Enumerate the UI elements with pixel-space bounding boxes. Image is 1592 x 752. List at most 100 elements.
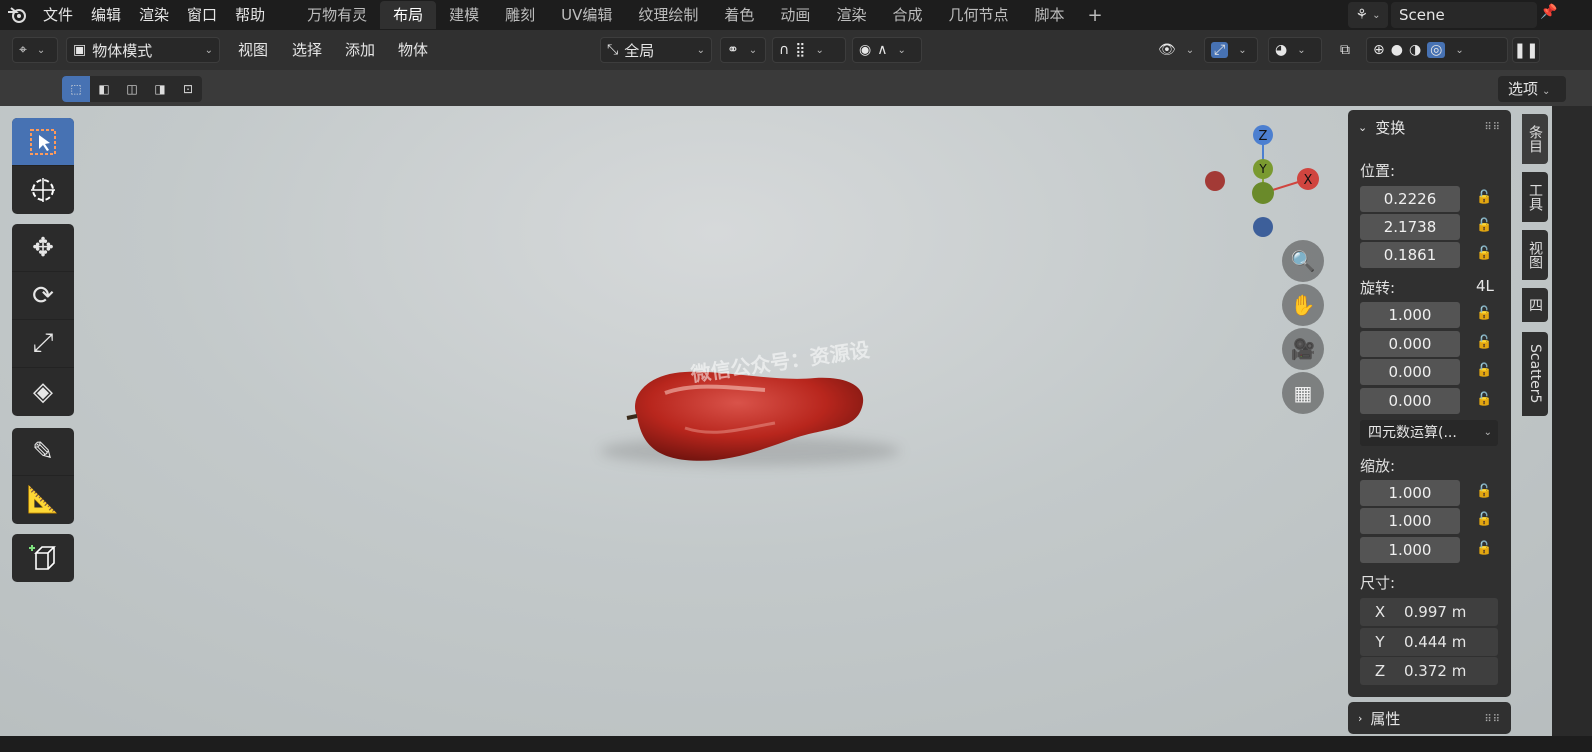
tab-animation[interactable]: 动画 — [767, 1, 823, 29]
properties-panel-header[interactable]: › 属性 ⠿⠿ — [1348, 702, 1511, 734]
rotation-z-field[interactable]: 0.000 — [1360, 388, 1460, 414]
select-subtract-icon[interactable]: ◫ — [118, 76, 146, 102]
tab-tool[interactable]: 工具 — [1522, 172, 1548, 222]
menu-render[interactable]: 渲染 — [130, 0, 178, 30]
rotation-y-field[interactable]: 0.000 — [1360, 359, 1460, 385]
lock-icon[interactable]: 🔓 — [1476, 190, 1492, 205]
transform-tool-icon[interactable]: ◈ — [12, 368, 74, 416]
camera-view-icon[interactable]: 🎥 — [1282, 328, 1324, 370]
orientation-dropdown[interactable]: ⤡ 全局 ⌄ — [600, 37, 712, 63]
select-box-tool-icon[interactable] — [12, 118, 74, 166]
dimension-x-field[interactable]: X 0.997 m — [1360, 598, 1498, 626]
tab-rendering[interactable]: 渲染 — [823, 1, 879, 29]
location-z-field[interactable]: 0.1861 — [1360, 242, 1460, 268]
lock-icon[interactable]: 🔓 — [1476, 335, 1492, 350]
tab-wanwuyouling[interactable]: 万物有灵 — [294, 1, 380, 29]
pepper-object[interactable] — [625, 368, 875, 464]
sidebar-tabs: 条目 工具 视图 四 Scatter5 — [1522, 110, 1548, 730]
add-workspace-button[interactable]: + — [1078, 5, 1113, 26]
scene-icon[interactable]: ⚘ ⌄ — [1348, 2, 1388, 28]
solid-shading-icon[interactable]: ● — [1391, 42, 1403, 58]
gizmo-toggle[interactable]: ⤢ ⌄ — [1204, 37, 1258, 63]
visibility-dropdown[interactable]: 👁 ⌄ — [1152, 37, 1196, 63]
dimension-y-field[interactable]: Y 0.444 m — [1360, 628, 1498, 656]
lock-icon[interactable]: 🔓 — [1476, 218, 1492, 233]
scale-x-field[interactable]: 1.000 — [1360, 480, 1460, 506]
add-tool-group — [12, 534, 74, 582]
location-y-field[interactable]: 2.1738 — [1360, 214, 1460, 240]
tab-texture-paint[interactable]: 纹理绘制 — [625, 1, 711, 29]
tab-compositing[interactable]: 合成 — [879, 1, 935, 29]
lock-icon[interactable]: 🔓 — [1476, 363, 1492, 378]
scale-z-field[interactable]: 1.000 — [1360, 537, 1460, 563]
rotation-mode-dropdown[interactable]: 四元数运算(... ⌄ — [1360, 420, 1498, 446]
transform-panel: ⌄ 变换 ⠿⠿ 位置: 0.2226 🔓 2.1738 🔓 0.1861 🔓 旋… — [1348, 110, 1511, 697]
scale-tool-icon[interactable]: ⤢ — [12, 320, 74, 368]
rotation-4l-toggle[interactable]: 4L — [1476, 277, 1494, 295]
proportional-edit-group[interactable]: ◉ ∧ ⌄ — [852, 37, 922, 63]
menu-view[interactable]: 视图 — [238, 37, 268, 63]
editor-type-button[interactable]: ⌖ ⌄ — [12, 37, 58, 63]
rotate-tool-icon[interactable]: ⟳ — [12, 272, 74, 320]
select-invert-icon[interactable]: ◨ — [146, 76, 174, 102]
falloff-icon: ∧ — [877, 42, 888, 58]
tab-scatter5[interactable]: Scatter5 — [1522, 332, 1548, 416]
navigation-gizmo[interactable]: Y Z X — [1200, 121, 1340, 241]
tab-sculpting[interactable]: 雕刻 — [492, 1, 548, 29]
pivot-dropdown[interactable]: ⚭ ⌄ — [720, 37, 766, 63]
snap-group[interactable]: ∩ ⣿ ⌄ — [772, 37, 846, 63]
select-extend-icon[interactable]: ◧ — [90, 76, 118, 102]
tab-item[interactable]: 条目 — [1522, 114, 1548, 164]
select-new-icon[interactable]: ⬚ — [62, 76, 90, 102]
xray-toggle[interactable]: ⧉ — [1334, 37, 1362, 63]
select-intersect-icon[interactable]: ⊡ — [174, 76, 202, 102]
tab-view[interactable]: 视图 — [1522, 230, 1548, 280]
location-x-field[interactable]: 0.2226 — [1360, 186, 1460, 212]
menu-help[interactable]: 帮助 — [226, 0, 274, 30]
options-dropdown[interactable]: 选项 ⌄ — [1498, 76, 1566, 102]
rendered-shading-icon[interactable]: ◎ — [1427, 42, 1446, 58]
perspective-grid-icon[interactable]: ▦ — [1282, 372, 1324, 414]
rotation-w-field[interactable]: 1.000 — [1360, 302, 1460, 328]
blender-logo-icon[interactable] — [0, 0, 34, 30]
zoom-icon[interactable]: 🔍 — [1282, 240, 1324, 282]
pin-icon[interactable]: 📌 — [1540, 4, 1557, 20]
tab-modeling[interactable]: 建模 — [436, 1, 492, 29]
material-shading-icon[interactable]: ◑ — [1409, 42, 1421, 58]
drag-grip-icon[interactable]: ⠿⠿ — [1484, 714, 1501, 725]
pause-render-button[interactable]: ❚❚ — [1512, 37, 1540, 63]
mode-dropdown[interactable]: ▣ 物体模式 ⌄ — [66, 37, 220, 63]
scale-y-field[interactable]: 1.000 — [1360, 508, 1460, 534]
tab-geometry-nodes[interactable]: 几何节点 — [935, 1, 1021, 29]
pan-hand-icon[interactable]: ✋ — [1282, 284, 1324, 326]
tab-four[interactable]: 四 — [1522, 288, 1548, 322]
annotate-tool-icon[interactable]: ✎ — [12, 428, 74, 476]
lock-icon[interactable]: 🔓 — [1476, 392, 1492, 407]
add-cube-tool-icon[interactable] — [12, 534, 74, 582]
wireframe-shading-icon[interactable]: ⊕ — [1373, 42, 1385, 58]
lock-icon[interactable]: 🔓 — [1476, 484, 1492, 499]
tab-uv-editing[interactable]: UV编辑 — [548, 1, 625, 29]
menu-edit[interactable]: 编辑 — [82, 0, 130, 30]
menu-add[interactable]: 添加 — [345, 37, 375, 63]
move-tool-icon[interactable]: ✥ — [12, 224, 74, 272]
scene-name-field[interactable]: Scene — [1391, 2, 1537, 28]
cursor-tool-icon[interactable] — [12, 166, 74, 214]
lock-icon[interactable]: 🔓 — [1476, 541, 1492, 556]
menu-object[interactable]: 物体 — [398, 37, 428, 63]
menu-window[interactable]: 窗口 — [178, 0, 226, 30]
dimension-z-field[interactable]: Z 0.372 m — [1360, 657, 1498, 685]
overlay-toggle[interactable]: ◕ ⌄ — [1268, 37, 1322, 63]
lock-icon[interactable]: 🔓 — [1476, 306, 1492, 321]
lock-icon[interactable]: 🔓 — [1476, 512, 1492, 527]
drag-grip-icon[interactable]: ⠿⠿ — [1484, 122, 1501, 133]
lock-icon[interactable]: 🔓 — [1476, 246, 1492, 261]
rotation-x-field[interactable]: 0.000 — [1360, 331, 1460, 357]
tab-layout[interactable]: 布局 — [380, 1, 437, 29]
menu-select[interactable]: 选择 — [292, 37, 322, 63]
measure-tool-icon[interactable]: 📐 — [12, 476, 74, 524]
tab-scripting[interactable]: 脚本 — [1021, 1, 1077, 29]
scale-label: 缩放: — [1360, 457, 1396, 475]
menu-file[interactable]: 文件 — [34, 0, 82, 30]
tab-shading[interactable]: 着色 — [711, 1, 767, 29]
